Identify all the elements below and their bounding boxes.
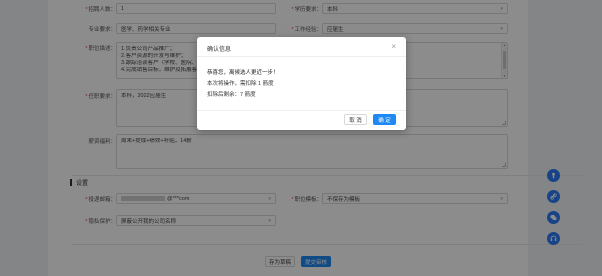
- dialog-title: 确认信息: [207, 47, 232, 53]
- dialog-body: 恭喜您，离候选人更近一步！ 本次将操作，需扣除 1 箭度 扣除后剩余：7 箭度: [207, 68, 279, 101]
- confirm-dialog: 确认信息 × 恭喜您，离候选人更近一步！ 本次将操作，需扣除 1 箭度 扣除后剩…: [197, 37, 406, 130]
- dialog-message-congrats: 恭喜您，离候选人更近一步！: [207, 70, 279, 76]
- dialog-header: 确认信息 ×: [197, 37, 406, 57]
- confirm-button[interactable]: 确 定: [373, 114, 396, 125]
- dialog-footer-divider: [197, 110, 406, 111]
- dialog-message-deduct: 本次将操作，需扣除 1 箭度: [207, 81, 274, 87]
- dialog-message-remaining: 扣除后剩余：7 箭度: [207, 92, 256, 98]
- close-icon[interactable]: ×: [391, 42, 396, 51]
- cancel-button[interactable]: 取 消: [344, 114, 367, 125]
